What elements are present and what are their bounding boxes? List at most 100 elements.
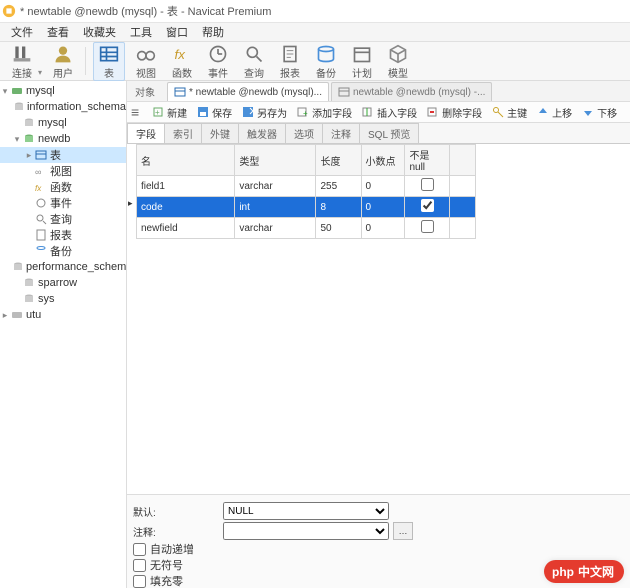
toolbar-view[interactable]: 视图 xyxy=(131,43,161,80)
cell-name[interactable]: field1 xyxy=(137,176,235,197)
tree-functions[interactable]: fx函数 xyxy=(0,179,126,195)
btn-movedown[interactable]: 下移 xyxy=(577,103,622,121)
tree-db-informationschema[interactable]: information_schema xyxy=(0,99,126,115)
svg-text:+: + xyxy=(155,108,160,117)
tab-fkeys[interactable]: 外键 xyxy=(201,123,239,143)
tab-options[interactable]: 选项 xyxy=(285,123,323,143)
toolbar-schedule[interactable]: 计划 xyxy=(347,43,377,80)
doc-tab-active[interactable]: * newtable @newdb (mysql)... xyxy=(167,82,329,101)
cell-extra[interactable] xyxy=(450,218,476,239)
auto-increment-checkbox[interactable] xyxy=(133,543,146,556)
cell-decimals[interactable]: 0 xyxy=(361,176,405,197)
btn-addfield[interactable]: +添加字段 xyxy=(292,103,357,121)
tree-conn-utu[interactable]: ▸utu xyxy=(0,307,126,323)
menu-view[interactable]: 查看 xyxy=(40,24,76,40)
toolbar-user[interactable]: 用户 xyxy=(48,43,78,80)
tree-events[interactable]: 事件 xyxy=(0,195,126,211)
db-icon xyxy=(22,276,36,290)
cell-notnull[interactable] xyxy=(405,218,450,239)
comment-select[interactable] xyxy=(223,522,389,540)
tree-queries[interactable]: 查询 xyxy=(0,211,126,227)
label-unsigned: 无符号 xyxy=(150,557,183,573)
tab-triggers[interactable]: 触发器 xyxy=(238,123,286,143)
default-select[interactable]: NULL xyxy=(223,502,389,520)
object-tab-stub[interactable]: 对象 xyxy=(131,82,167,101)
tab-comment[interactable]: 注释 xyxy=(322,123,360,143)
toolbar-query[interactable]: 查询 xyxy=(239,43,269,80)
toolbar-connect[interactable]: 连接 xyxy=(7,43,37,80)
cell-length[interactable]: 8 xyxy=(316,197,361,218)
cell-notnull[interactable] xyxy=(405,197,450,218)
cell-name[interactable]: newfield xyxy=(137,218,235,239)
cell-length[interactable]: 50 xyxy=(316,218,361,239)
cell-type[interactable]: int xyxy=(235,197,316,218)
btn-saveas[interactable]: 另存为 xyxy=(237,103,292,121)
btn-save[interactable]: 保存 xyxy=(192,103,237,121)
toolbar-report[interactable]: 报表 xyxy=(275,43,305,80)
tab-fields[interactable]: 字段 xyxy=(127,123,165,143)
notnull-checkbox[interactable] xyxy=(421,220,434,233)
menu-file[interactable]: 文件 xyxy=(4,24,40,40)
notnull-checkbox[interactable] xyxy=(421,178,434,191)
tree-db-newdb[interactable]: ▾newdb xyxy=(0,131,126,147)
cell-decimals[interactable]: 0 xyxy=(361,197,405,218)
fx-icon: fx xyxy=(34,180,48,194)
btn-new[interactable]: +新建 xyxy=(147,103,192,121)
toolbar-table[interactable]: 表 xyxy=(93,42,125,81)
menu-window[interactable]: 窗口 xyxy=(159,24,195,40)
tree-db-mysql[interactable]: mysql xyxy=(0,115,126,131)
cell-decimals[interactable]: 0 xyxy=(361,218,405,239)
btn-insertfield[interactable]: 插入字段 xyxy=(357,103,422,121)
tree-tables[interactable]: ▸表 xyxy=(0,147,126,163)
col-header-type[interactable]: 类型 xyxy=(235,145,316,176)
toolbar-event[interactable]: 事件 xyxy=(203,43,233,80)
tree-views[interactable]: ∞视图 xyxy=(0,163,126,179)
db-conn-icon xyxy=(10,308,24,322)
save-icon xyxy=(197,106,209,118)
tab-indexes[interactable]: 索引 xyxy=(164,123,202,143)
btn-moveup[interactable]: 上移 xyxy=(532,103,577,121)
tree-db-performanceschema[interactable]: performance_schema xyxy=(0,259,126,275)
calendar-icon xyxy=(352,43,372,65)
connection-tree[interactable]: ▾mysql information_schema mysql ▾newdb ▸… xyxy=(0,81,127,588)
btn-pkey[interactable]: 主键 xyxy=(487,103,532,121)
tree-db-sparrow[interactable]: sparrow xyxy=(0,275,126,291)
tree-reports[interactable]: 报表 xyxy=(0,227,126,243)
toolbar-model[interactable]: 模型 xyxy=(383,43,413,80)
toolbar-backup[interactable]: 备份 xyxy=(311,43,341,80)
cell-notnull[interactable] xyxy=(405,176,450,197)
tab-sqlpreview[interactable]: SQL 预览 xyxy=(359,123,419,143)
menu-help[interactable]: 帮助 xyxy=(195,24,231,40)
field-row[interactable]: field1 varchar 255 0 xyxy=(137,176,476,197)
cell-type[interactable]: varchar xyxy=(235,176,316,197)
col-header-name[interactable]: 名 xyxy=(137,145,235,176)
cell-extra[interactable] xyxy=(450,197,476,218)
db-icon xyxy=(22,132,36,146)
zerofill-checkbox[interactable] xyxy=(133,575,146,588)
key-icon xyxy=(492,106,504,118)
cell-type[interactable]: varchar xyxy=(235,218,316,239)
cell-extra[interactable] xyxy=(450,176,476,197)
col-header-decimals[interactable]: 小数点 xyxy=(361,145,405,176)
tree-backups[interactable]: 备份 xyxy=(0,243,126,259)
btn-delfield[interactable]: 删除字段 xyxy=(422,103,487,121)
doc-tab-inactive[interactable]: newtable @newdb (mysql) -... xyxy=(331,82,492,101)
field-row-selected[interactable]: code int 8 0 xyxy=(137,197,476,218)
col-header-length[interactable]: 长度 xyxy=(316,145,361,176)
toolbar-function[interactable]: fx 函数 xyxy=(167,43,197,80)
field-row[interactable]: newfield varchar 50 0 xyxy=(137,218,476,239)
menu-tools[interactable]: 工具 xyxy=(123,24,159,40)
col-header-notnull[interactable]: 不是 null xyxy=(405,145,450,176)
comment-more-button[interactable]: … xyxy=(393,522,413,540)
cell-length[interactable]: 255 xyxy=(316,176,361,197)
col-header-extra[interactable] xyxy=(450,145,476,176)
tree-conn-mysql[interactable]: ▾mysql xyxy=(0,83,126,99)
cell-name[interactable]: code xyxy=(137,197,235,218)
menu-icon[interactable]: ≡ xyxy=(131,104,139,120)
tree-db-sys[interactable]: sys xyxy=(0,291,126,307)
field-grid[interactable]: 名 类型 长度 小数点 不是 null field1 varchar 255 0… xyxy=(136,144,476,239)
unsigned-checkbox[interactable] xyxy=(133,559,146,572)
dropdown-icon[interactable]: ▾ xyxy=(38,68,42,77)
notnull-checkbox[interactable] xyxy=(421,199,434,212)
menu-fav[interactable]: 收藏夹 xyxy=(76,24,123,40)
